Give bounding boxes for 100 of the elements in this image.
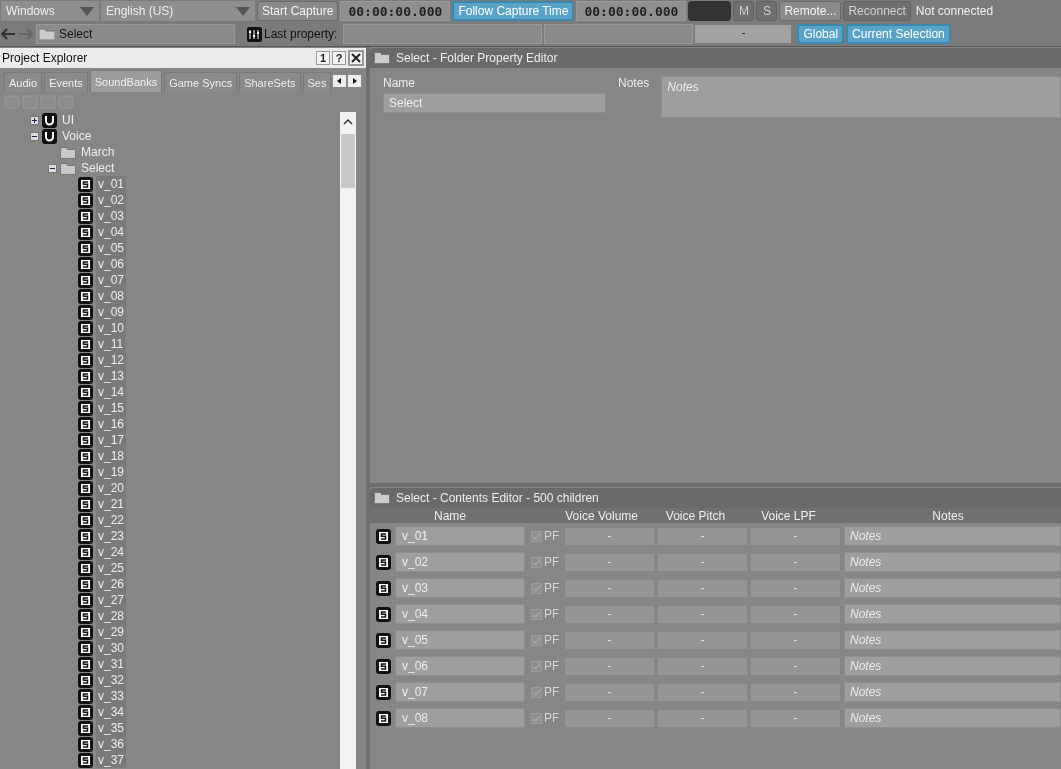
value-field[interactable]: -: [565, 553, 654, 571]
tree-item[interactable]: v_09: [96, 304, 127, 320]
value-field[interactable]: -: [751, 579, 840, 597]
tree-item[interactable]: UI: [60, 112, 76, 128]
notes-field[interactable]: Notes: [661, 76, 1061, 118]
tree-item[interactable]: v_26: [96, 576, 127, 592]
value-field[interactable]: -: [751, 553, 840, 571]
name-field[interactable]: v_05: [395, 630, 525, 650]
explorer-tab[interactable]: ShareSets: [239, 72, 301, 92]
tree-item[interactable]: v_15: [96, 400, 127, 416]
value-field[interactable]: -: [751, 709, 840, 727]
pf-checkbox[interactable]: [531, 608, 542, 620]
value-field[interactable]: -: [565, 683, 654, 701]
column-header[interactable]: Voice Volume: [530, 508, 649, 523]
start-capture-button[interactable]: Start Capture: [257, 1, 339, 21]
name-field[interactable]: v_02: [395, 552, 525, 572]
value-field[interactable]: -: [565, 579, 654, 597]
tree-item[interactable]: v_36: [96, 736, 127, 752]
column-header[interactable]: Voice Pitch: [649, 508, 742, 523]
remote-button[interactable]: Remote...: [779, 1, 842, 21]
value-field[interactable]: -: [658, 553, 747, 571]
tree-item[interactable]: v_22: [96, 512, 127, 528]
column-header[interactable]: Notes: [835, 508, 1061, 523]
tree-item[interactable]: v_31: [96, 656, 127, 672]
tree-item[interactable]: v_37: [96, 752, 127, 768]
explorer-tab[interactable]: SoundBanks: [89, 70, 163, 92]
tree-item[interactable]: v_17: [96, 432, 127, 448]
tree-item[interactable]: Voice: [60, 128, 94, 144]
property-name-field[interactable]: [343, 24, 543, 44]
tab-scroll-arrows-icon[interactable]: [332, 74, 362, 88]
pf-checkbox[interactable]: [531, 686, 542, 698]
value-field[interactable]: -: [658, 579, 747, 597]
tree-item[interactable]: v_13: [96, 368, 127, 384]
explorer-tab[interactable]: Events: [44, 72, 88, 92]
name-field[interactable]: v_08: [395, 708, 525, 728]
value-field[interactable]: -: [751, 605, 840, 623]
value-field[interactable]: -: [751, 527, 840, 545]
tree-item[interactable]: v_33: [96, 688, 127, 704]
tree-item[interactable]: March: [79, 144, 117, 160]
scope-button[interactable]: Current Selection: [846, 24, 951, 44]
name-field[interactable]: Select: [383, 93, 606, 113]
value-field[interactable]: -: [565, 631, 654, 649]
pf-checkbox[interactable]: [531, 660, 542, 672]
explorer-tab[interactable]: Ses: [302, 72, 332, 92]
path-field[interactable]: Select: [36, 24, 235, 44]
header-button[interactable]: ?: [332, 51, 346, 65]
tree-item[interactable]: v_27: [96, 592, 127, 608]
tree-item[interactable]: v_29: [96, 624, 127, 640]
scrollbar[interactable]: [340, 112, 356, 769]
tree-item[interactable]: v_35: [96, 720, 127, 736]
property-field[interactable]: [544, 24, 694, 44]
value-field[interactable]: -: [658, 683, 747, 701]
value-field[interactable]: -: [658, 631, 747, 649]
expander-icon[interactable]: [30, 131, 39, 141]
value-field[interactable]: -: [658, 657, 747, 675]
notes-field[interactable]: Notes: [844, 604, 1061, 624]
follow-capture-time-button[interactable]: Follow Capture Time: [452, 1, 575, 21]
tree-item[interactable]: v_21: [96, 496, 127, 512]
name-field[interactable]: v_06: [395, 656, 525, 676]
value-field[interactable]: -: [658, 527, 747, 545]
tree-item[interactable]: v_11: [96, 336, 126, 352]
value-field[interactable]: -: [565, 657, 654, 675]
notes-field[interactable]: Notes: [844, 526, 1061, 546]
tree-item[interactable]: v_14: [96, 384, 127, 400]
tree-item[interactable]: Select: [79, 160, 117, 176]
tree-item[interactable]: v_20: [96, 480, 127, 496]
notes-field[interactable]: Notes: [844, 708, 1061, 728]
tree-item[interactable]: v_06: [96, 256, 127, 272]
tree-item[interactable]: v_10: [96, 320, 127, 336]
value-field[interactable]: -: [565, 709, 654, 727]
pf-checkbox[interactable]: [531, 712, 542, 724]
tree-item[interactable]: v_04: [96, 224, 127, 240]
value-field[interactable]: -: [751, 657, 840, 675]
name-field[interactable]: v_03: [395, 578, 525, 598]
property-value-field[interactable]: -: [695, 25, 792, 43]
header-button[interactable]: 1: [316, 51, 330, 65]
scroll-thumb[interactable]: [341, 134, 355, 188]
pf-checkbox[interactable]: [531, 634, 542, 646]
name-field[interactable]: v_04: [395, 604, 525, 624]
tree-item[interactable]: v_05: [96, 240, 127, 256]
explorer-tab[interactable]: Game Syncs: [164, 72, 238, 92]
tree-item[interactable]: v_24: [96, 544, 127, 560]
expander-icon[interactable]: [30, 115, 39, 125]
explorer-tab[interactable]: Audio: [4, 72, 43, 92]
tree-item[interactable]: v_34: [96, 704, 127, 720]
column-header[interactable]: Name: [370, 508, 530, 523]
back-arrow-icon[interactable]: [0, 28, 16, 40]
name-field[interactable]: v_07: [395, 682, 525, 702]
platform-dropdown[interactable]: Windows: [1, 1, 99, 21]
scroll-up-icon[interactable]: [343, 118, 353, 126]
tree-item[interactable]: v_16: [96, 416, 127, 432]
column-header[interactable]: Voice LPF: [742, 508, 835, 523]
language-dropdown[interactable]: English (US): [101, 1, 255, 21]
scope-button[interactable]: Global: [797, 24, 845, 44]
notes-field[interactable]: Notes: [844, 552, 1061, 572]
notes-field[interactable]: Notes: [844, 682, 1061, 702]
tree-item[interactable]: v_12: [96, 352, 127, 368]
notes-field[interactable]: Notes: [844, 630, 1061, 650]
value-field[interactable]: -: [658, 709, 747, 727]
tree-item[interactable]: v_32: [96, 672, 127, 688]
